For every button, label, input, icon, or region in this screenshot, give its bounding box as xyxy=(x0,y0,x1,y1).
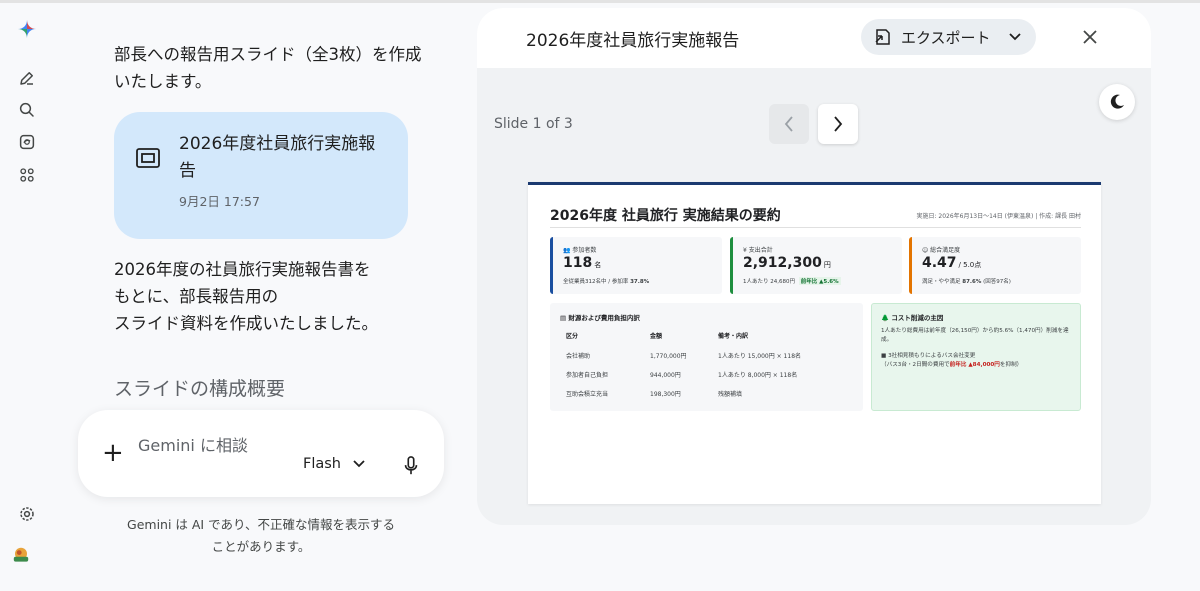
message-line: もとに、部長報告用の xyxy=(114,287,279,306)
cost-reduction-detail: ■ 3社相見積もりによるバス会社変更 （バス3台・2日間の費用で前年比 ▲84,… xyxy=(881,353,1023,368)
chevron-right-icon xyxy=(834,116,843,132)
table-row: 会社補助 1,770,000円 1人あたり 15,000円 × 118名 xyxy=(566,353,802,360)
table-header-row: 区分 金額 備考・内訳 xyxy=(566,333,749,340)
slide-title: 2026年度 社員旅行 実施結果の要約 xyxy=(550,208,781,224)
chevron-down-icon xyxy=(353,460,365,468)
cost-breakdown-table: ▤ 財源および費用負担内訳 区分 金額 備考・内訳 会社補助 1,770,000円 1人… xyxy=(550,303,863,411)
prompt-input[interactable]: Gemini に相談 xyxy=(138,432,248,456)
chevron-left-icon xyxy=(784,116,793,132)
close-icon[interactable] xyxy=(1080,27,1100,47)
top-border xyxy=(0,0,1200,3)
kpi-label: ☺ 総合満足度 xyxy=(922,247,961,254)
previous-slide-button[interactable] xyxy=(769,104,809,144)
search-icon[interactable] xyxy=(16,99,38,121)
gemini-logo-icon[interactable] xyxy=(16,18,38,40)
kpi-value: 118 名 xyxy=(563,255,602,271)
left-rail xyxy=(0,0,56,591)
slide-preview: 2026年度 社員旅行 実施結果の要約 実施日: 2026年6月13日〜14日 … xyxy=(528,182,1101,504)
kpi-expenses: ¥ 支出合計 2,912,300 円 1人あたり 24,680円 前年比 ▲5.6… xyxy=(730,237,902,294)
cost-reduction-heading: 🌲 コスト削減の主因 xyxy=(881,314,944,322)
new-chat-icon[interactable] xyxy=(16,67,38,89)
cost-reduction-box: 🌲 コスト削減の主因 1人あたり総費用は前年度（26,150円）から約5.6%（… xyxy=(871,303,1081,411)
export-label: エクスポート xyxy=(901,28,991,47)
chevron-down-icon xyxy=(1008,33,1021,41)
kpi-label: 👥 参加者数 xyxy=(563,247,597,254)
disclaimer-line: Gemini は AI であり、不正確な情報を表示する xyxy=(127,517,395,532)
settings-icon[interactable] xyxy=(16,503,38,525)
kpi-sub: 1人あたり 24,680円 前年比 ▲5.6% xyxy=(743,277,841,285)
slide-counter: Slide 1 of 3 xyxy=(494,116,573,132)
apps-icon[interactable] xyxy=(16,164,38,186)
dark-mode-button[interactable] xyxy=(1099,84,1135,120)
divider xyxy=(550,227,1081,228)
document-title: 2026年度社員旅行実施報告 xyxy=(179,134,376,181)
kpi-value: 4.47/ 5.0点 xyxy=(922,255,982,271)
export-icon xyxy=(875,29,890,45)
kpi-label: ¥ 支出合計 xyxy=(743,247,773,254)
avatar[interactable] xyxy=(12,546,42,576)
microphone-icon[interactable] xyxy=(402,456,420,476)
kpi-sub: 全従業員312名中 / 参加率 37.8% xyxy=(563,279,650,285)
document-date: 9月2日 17:57 xyxy=(179,194,260,209)
table-row: 参加者自己負担 944,000円 1人あたり 8,000円 × 118名 xyxy=(566,372,798,379)
next-slide-button[interactable] xyxy=(818,104,858,144)
table-row: 互助会積立充当 198,300円 残額補填 xyxy=(566,391,743,398)
disclaimer: Gemini は AI であり、不正確な情報を表示する ことがあります。 xyxy=(78,514,444,558)
kpi-sub: 満足・やや満足 87.6% (回答97名) xyxy=(922,279,1011,285)
prompt-input-box[interactable]: + Gemini に相談 Flash xyxy=(78,410,444,497)
kpi-value: 2,912,300 円 xyxy=(743,255,831,271)
disclaimer-line: ことがあります。 xyxy=(211,539,311,554)
plus-icon[interactable]: + xyxy=(102,440,124,466)
table-heading: ▤ 財源および費用負担内訳 xyxy=(560,314,640,322)
panel-header: 2026年度社員旅行実施報告 エクスポート xyxy=(477,8,1151,68)
model-selector[interactable]: Flash xyxy=(303,456,365,472)
export-button[interactable]: エクスポート xyxy=(861,19,1036,55)
assistant-message-body: 2026年度の社員旅行実施報告書を もとに、部長報告用の スライド資料を作成いた… xyxy=(114,256,414,337)
gem-icon[interactable] xyxy=(16,131,38,153)
canvas-panel: 2026年度社員旅行実施報告 エクスポート Slide 1 of 3 2026年… xyxy=(477,8,1151,525)
message-line: 2026年度の社員旅行実施報告書を xyxy=(114,260,371,279)
assistant-message-intro: 部長への報告用スライド（全3枚）を作成いたします。 xyxy=(114,45,422,91)
kpi-participants: 👥 参加者数 118 名 全従業員312名中 / 参加率 37.8% xyxy=(550,237,722,294)
moon-icon xyxy=(1110,94,1124,109)
model-label: Flash xyxy=(303,456,341,472)
slide-meta: 実施日: 2026年6月13日〜14日 (伊東温泉) | 作成: 課長 田村 xyxy=(916,213,1081,220)
cost-reduction-text: 1人あたり総費用は前年度（26,150円）から約5.6%（1,470円）削減を達… xyxy=(881,328,1069,343)
section-heading: スライドの構成概要 xyxy=(114,378,286,400)
document-card[interactable]: 2026年度社員旅行実施報告 9月2日 17:57 xyxy=(114,112,408,239)
kpi-satisfaction: ☺ 総合満足度 4.47/ 5.0点 満足・やや満足 87.6% (回答97名) xyxy=(909,237,1081,294)
slides-icon xyxy=(136,148,160,168)
message-line: スライド資料を作成いたしました。 xyxy=(114,314,378,333)
panel-title: 2026年度社員旅行実施報告 xyxy=(526,31,740,51)
